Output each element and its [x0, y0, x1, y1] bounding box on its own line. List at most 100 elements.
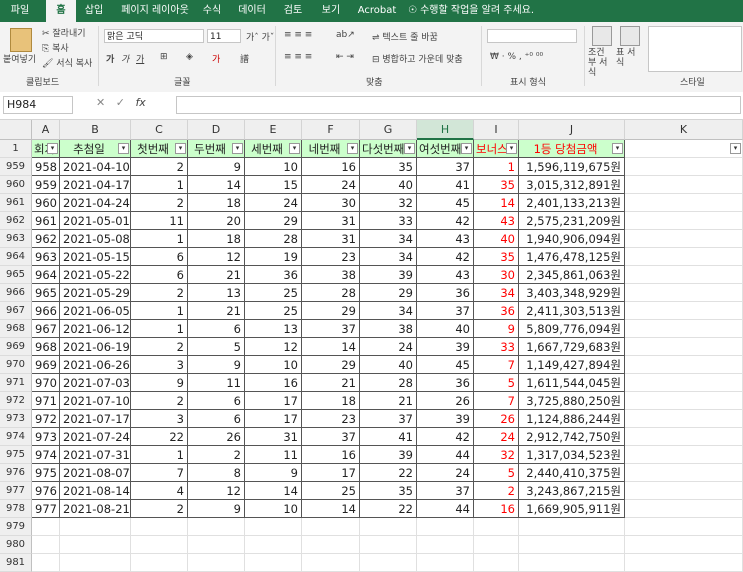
table-cell-D[interactable]: 18 [188, 194, 245, 212]
table-cell-H[interactable]: 44 [417, 500, 474, 518]
table-cell-D[interactable]: 13 [188, 284, 245, 302]
table-cell-D[interactable]: 12 [188, 248, 245, 266]
column-header-D[interactable]: D [188, 120, 245, 140]
table-cell-I[interactable]: 7 [474, 356, 519, 374]
enter-icon[interactable]: ✓ [116, 96, 125, 109]
filter-dropdown-icon[interactable]: ▾ [730, 143, 741, 154]
table-cell-J[interactable]: 1,317,034,523원 [519, 446, 625, 464]
empty-cell-K[interactable] [625, 392, 743, 410]
table-cell-G[interactable]: 38 [360, 320, 417, 338]
table-cell-E[interactable]: 36 [245, 266, 302, 284]
column-header-C[interactable]: C [131, 120, 188, 140]
table-cell-E[interactable]: 13 [245, 320, 302, 338]
table-cell-B[interactable]: 2021-05-22 [60, 266, 131, 284]
table-cell-F[interactable]: 23 [302, 410, 360, 428]
table-cell-G[interactable]: 39 [360, 446, 417, 464]
empty-cell[interactable] [519, 536, 625, 554]
table-cell-C[interactable]: 6 [131, 266, 188, 284]
table-cell-C[interactable]: 3 [131, 410, 188, 428]
table-cell-D[interactable]: 9 [188, 356, 245, 374]
table-cell-C[interactable]: 1 [131, 302, 188, 320]
filter-dropdown-icon[interactable]: ▾ [289, 143, 300, 154]
row-header[interactable]: 970 [0, 356, 32, 374]
empty-cell[interactable] [245, 554, 302, 572]
header-cell-K[interactable]: ▾ [625, 140, 743, 158]
table-cell-A[interactable]: 958 [32, 158, 60, 176]
row-header[interactable]: 963 [0, 230, 32, 248]
empty-cell[interactable] [60, 554, 131, 572]
font-grow-icon[interactable]: 가ˆ 가ˇ [246, 30, 274, 43]
empty-cell-K[interactable] [625, 320, 743, 338]
table-cell-B[interactable]: 2021-07-17 [60, 410, 131, 428]
table-cell-I[interactable]: 40 [474, 230, 519, 248]
empty-cell[interactable] [302, 518, 360, 536]
empty-cell[interactable] [60, 518, 131, 536]
empty-cell-K[interactable] [625, 356, 743, 374]
empty-cell[interactable] [60, 536, 131, 554]
column-header-I[interactable]: I [474, 120, 519, 140]
table-cell-A[interactable]: 968 [32, 338, 60, 356]
table-cell-B[interactable]: 2021-08-07 [60, 464, 131, 482]
column-header-F[interactable]: F [302, 120, 360, 140]
row-header[interactable]: 976 [0, 464, 32, 482]
conditional-format-button[interactable]: 조건부 서식 [588, 48, 612, 78]
empty-cell-K[interactable] [625, 284, 743, 302]
orientation-icon[interactable]: ab↗ [336, 30, 355, 40]
row-header[interactable]: 966 [0, 284, 32, 302]
table-cell-F[interactable]: 18 [302, 392, 360, 410]
font-size-select[interactable]: 11 [207, 29, 241, 43]
italic-button[interactable]: 가 [121, 52, 129, 65]
phonetic-icon[interactable]: 譜 [240, 52, 249, 65]
table-cell-J[interactable]: 3,243,867,215원 [519, 482, 625, 500]
empty-cell-K[interactable] [625, 212, 743, 230]
copy-button[interactable]: ⎘ 복사 [42, 41, 69, 54]
table-cell-G[interactable]: 24 [360, 338, 417, 356]
table-cell-F[interactable]: 14 [302, 500, 360, 518]
table-cell-G[interactable]: 34 [360, 248, 417, 266]
table-cell-G[interactable]: 21 [360, 392, 417, 410]
empty-cell[interactable] [32, 554, 60, 572]
row-header[interactable]: 961 [0, 194, 32, 212]
row-header[interactable]: 962 [0, 212, 32, 230]
empty-cell[interactable] [245, 536, 302, 554]
header-cell-D[interactable]: 두번째 ▾ [188, 140, 245, 158]
filter-dropdown-icon[interactable]: ▾ [175, 143, 186, 154]
table-format-icon[interactable] [620, 26, 640, 46]
tab-6[interactable]: 검토 [278, 0, 308, 22]
table-cell-B[interactable]: 2021-07-03 [60, 374, 131, 392]
table-cell-J[interactable]: 3,725,880,250원 [519, 392, 625, 410]
empty-cell-K[interactable] [625, 248, 743, 266]
table-cell-J[interactable]: 5,809,776,094원 [519, 320, 625, 338]
table-cell-C[interactable]: 2 [131, 392, 188, 410]
table-cell-A[interactable]: 966 [32, 302, 60, 320]
table-cell-A[interactable]: 973 [32, 428, 60, 446]
table-cell-A[interactable]: 970 [32, 374, 60, 392]
table-cell-G[interactable]: 40 [360, 176, 417, 194]
table-cell-J[interactable]: 1,149,427,894원 [519, 356, 625, 374]
row-header[interactable]: 968 [0, 320, 32, 338]
table-cell-A[interactable]: 976 [32, 482, 60, 500]
table-cell-E[interactable]: 16 [245, 374, 302, 392]
table-cell-C[interactable]: 1 [131, 230, 188, 248]
number-format-icons[interactable]: ₩ · % , ⁺⁰ ⁰⁰ [490, 52, 543, 62]
table-cell-E[interactable]: 10 [245, 356, 302, 374]
table-cell-I[interactable]: 33 [474, 338, 519, 356]
table-cell-E[interactable]: 11 [245, 446, 302, 464]
table-cell-I[interactable]: 43 [474, 212, 519, 230]
table-cell-J[interactable]: 2,575,231,209원 [519, 212, 625, 230]
conditional-format-icon[interactable] [592, 26, 612, 46]
table-cell-F[interactable]: 38 [302, 266, 360, 284]
table-cell-I[interactable]: 14 [474, 194, 519, 212]
table-cell-A[interactable]: 963 [32, 248, 60, 266]
table-cell-E[interactable]: 25 [245, 302, 302, 320]
empty-cell[interactable] [360, 554, 417, 572]
table-cell-F[interactable]: 30 [302, 194, 360, 212]
table-cell-C[interactable]: 1 [131, 446, 188, 464]
table-cell-H[interactable]: 45 [417, 194, 474, 212]
empty-cell[interactable] [32, 536, 60, 554]
table-cell-E[interactable]: 28 [245, 230, 302, 248]
table-cell-I[interactable]: 7 [474, 392, 519, 410]
table-cell-A[interactable]: 961 [32, 212, 60, 230]
table-cell-B[interactable]: 2021-05-29 [60, 284, 131, 302]
empty-cell-K[interactable] [625, 338, 743, 356]
